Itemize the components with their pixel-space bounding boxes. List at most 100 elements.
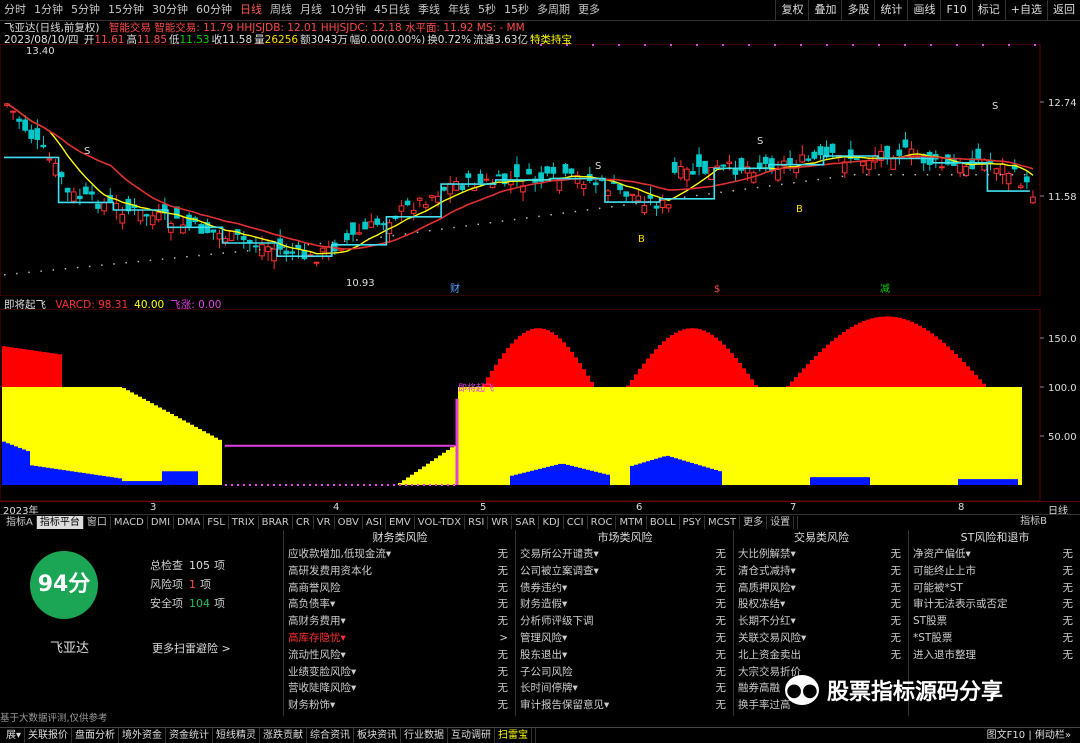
bottom-tab[interactable]: 扫雷宝 — [495, 728, 533, 743]
bottom-right-links[interactable]: 图文F10 | 俐动栏» — [984, 728, 1074, 743]
more-scan-link[interactable]: 更多扫雷避险 > — [152, 640, 231, 656]
tab-timeframe[interactable]: 更多 — [574, 0, 604, 20]
tab-indicator[interactable]: OBV — [335, 516, 363, 529]
risk-item[interactable]: 审计无法表示或否定 无 — [909, 596, 1080, 613]
tab-timeframe[interactable]: 分时 — [0, 0, 30, 20]
tab-indicator[interactable]: VOL-TDX — [415, 516, 466, 529]
tab-indicator[interactable]: MACD — [111, 516, 148, 529]
tab-indicator[interactable]: SAR — [512, 516, 540, 529]
risk-item[interactable]: 财务粉饰▾ 无 — [284, 697, 516, 714]
risk-item[interactable]: 股权冻结▾ 无 — [734, 596, 909, 613]
tab-timeframe[interactable]: 5分钟 — [67, 0, 104, 20]
bottom-tab[interactable]: 短线精灵 — [213, 728, 261, 743]
toolbar-button[interactable]: 复权 — [775, 0, 808, 20]
toolbar-button[interactable]: 统计 — [874, 0, 907, 20]
bottom-tab[interactable]: 涨跌贡献 — [260, 728, 308, 743]
risk-item[interactable]: 高负债率▾ 无 — [284, 596, 516, 613]
tab-timeframe[interactable]: 45日线 — [370, 0, 414, 20]
risk-item[interactable]: 可能终止上市 无 — [909, 563, 1080, 580]
tab-timeframe[interactable]: 年线 — [444, 0, 474, 20]
risk-item[interactable]: 交易所公开谴责▾ 无 — [516, 546, 734, 563]
tab-timeframe[interactable]: 10分钟 — [326, 0, 370, 20]
toolbar-button[interactable]: 标记 — [971, 0, 1005, 20]
risk-item[interactable]: 长时间停牌▾ 无 — [516, 680, 734, 697]
bottom-tab[interactable]: 综合资讯 — [307, 728, 355, 743]
price-chart[interactable]: 12.74 11.58 13.40 10.93 S S S S B B 财 减 $ — [0, 44, 1080, 296]
risk-item[interactable]: 长期不分红▾ 无 — [734, 613, 909, 630]
toolbar-button[interactable]: 叠加 — [808, 0, 841, 20]
tab-indicator[interactable]: ASI — [363, 516, 386, 529]
risk-item[interactable]: 进入退市整理 无 — [909, 647, 1080, 664]
risk-item[interactable]: ST股票 无 — [909, 613, 1080, 630]
tab-indicator[interactable]: CCI — [564, 516, 588, 529]
tab-indicator[interactable]: EMV — [386, 516, 415, 529]
tab-indicator[interactable]: DMA — [174, 516, 205, 529]
tab-indicator[interactable]: FSL — [204, 516, 229, 529]
toolbar-button[interactable]: +自选 — [1004, 0, 1047, 20]
tab-indicator[interactable]: BOLL — [647, 516, 680, 529]
bottom-tab[interactable]: 板块资讯 — [354, 728, 402, 743]
tab-indicator[interactable]: DMI — [148, 516, 175, 529]
tab-indicator[interactable]: 指标平台 — [36, 516, 84, 529]
tab-indicator[interactable]: 设置 — [767, 516, 795, 529]
bottom-tab[interactable]: 盘面分析 — [72, 728, 120, 743]
tab-indicator[interactable]: 窗口 — [84, 516, 111, 529]
tab-timeframe[interactable]: 60分钟 — [192, 0, 236, 20]
tab-indicator[interactable]: RSI — [465, 516, 489, 529]
risk-item[interactable]: 高研发费用资本化 无 — [284, 563, 516, 580]
risk-item[interactable]: 业绩变脸风险▾ 无 — [284, 664, 516, 681]
risk-item[interactable]: 公司被立案调查▾ 无 — [516, 563, 734, 580]
risk-item[interactable]: 关联交易风险▾ 无 — [734, 630, 909, 647]
tab-indicator[interactable]: KDJ — [539, 516, 564, 529]
tab-indicator[interactable]: TRIX — [229, 516, 259, 529]
risk-item[interactable]: 高库存隐忧▾ > — [284, 630, 516, 647]
tab-indicator[interactable]: MCST — [705, 516, 741, 529]
toolbar-button[interactable]: F10 — [940, 0, 971, 20]
bottom-tab[interactable]: 展▾ — [3, 728, 26, 743]
risk-item[interactable]: 股东退出▾ 无 — [516, 647, 734, 664]
risk-item[interactable]: 高财务费用▾ 无 — [284, 613, 516, 630]
tab-indicator[interactable]: VR — [314, 516, 335, 529]
risk-item[interactable]: 净资产偏低▾ 无 — [909, 546, 1080, 563]
tab-indicator[interactable]: WR — [488, 516, 513, 529]
bottom-tab[interactable]: 行业数据 — [401, 728, 449, 743]
risk-item[interactable]: 审计报告保留意见▾ 无 — [516, 697, 734, 714]
tab-timeframe[interactable]: 月线 — [296, 0, 326, 20]
tab-indicator[interactable]: 指标A — [3, 516, 37, 529]
tab-timeframe[interactable]: 30分钟 — [148, 0, 192, 20]
tab-timeframe[interactable]: 5秒 — [474, 0, 500, 20]
bottom-tab[interactable]: 关联报价 — [25, 728, 73, 743]
tab-indicator[interactable]: 更多 — [740, 516, 768, 529]
risk-item[interactable]: 管理风险▾ 无 — [516, 630, 734, 647]
tab-timeframe[interactable]: 日线 — [236, 0, 266, 20]
risk-item[interactable]: *ST股票 无 — [909, 630, 1080, 647]
bottom-tab[interactable]: 互动调研 — [448, 728, 496, 743]
risk-item[interactable]: 债券违约▾ 无 — [516, 580, 734, 597]
toolbar-button[interactable]: 多股 — [841, 0, 874, 20]
bottom-tab[interactable]: 境外资金 — [119, 728, 167, 743]
tab-timeframe[interactable]: 15分钟 — [104, 0, 148, 20]
tab-timeframe[interactable]: 1分钟 — [30, 0, 67, 20]
tab-indicator[interactable]: ROC — [588, 516, 617, 529]
risk-item[interactable]: 可能被*ST 无 — [909, 580, 1080, 597]
tab-indicator-b[interactable]: 指标B — [1017, 515, 1050, 529]
toolbar-button[interactable]: 画线 — [907, 0, 940, 20]
bottom-tab[interactable]: 资金统计 — [166, 728, 214, 743]
tab-timeframe[interactable]: 15秒 — [500, 0, 533, 20]
tab-timeframe[interactable]: 多周期 — [533, 0, 574, 20]
tab-timeframe[interactable]: 季线 — [414, 0, 444, 20]
risk-item[interactable]: 清仓式减持▾ 无 — [734, 563, 909, 580]
risk-item[interactable]: 财务造假▾ 无 — [516, 596, 734, 613]
indicator-chart[interactable]: 150.0 100.0 50.00 即将起飞 — [0, 309, 1080, 501]
risk-item[interactable]: 应收款增加,低现金流▾ 无 — [284, 546, 516, 563]
risk-item[interactable]: 分析师评级下调 无 — [516, 613, 734, 630]
toolbar-button[interactable]: 返回 — [1047, 0, 1080, 20]
tab-indicator[interactable]: CR — [293, 516, 314, 529]
risk-item[interactable]: 北上资金卖出 无 — [734, 647, 909, 664]
risk-item[interactable]: 高质押风险▾ 无 — [734, 580, 909, 597]
risk-item[interactable]: 子公司风险 无 — [516, 664, 734, 681]
tab-indicator[interactable]: MTM — [616, 516, 647, 529]
tab-timeframe[interactable]: 周线 — [266, 0, 296, 20]
tab-indicator[interactable]: BRAR — [259, 516, 293, 529]
risk-item[interactable]: 高商誉风险 无 — [284, 580, 516, 597]
